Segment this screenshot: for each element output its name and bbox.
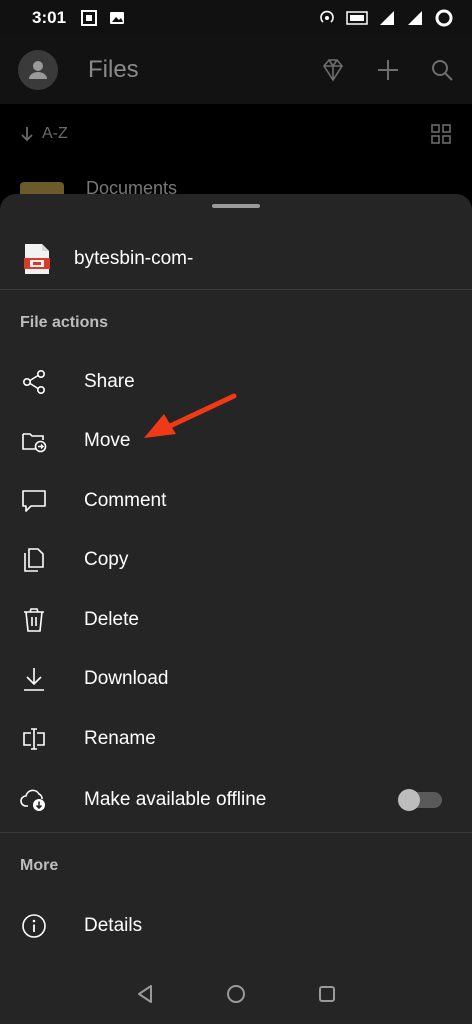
recents-icon[interactable] [317, 984, 337, 1004]
offline-cloud-icon [20, 786, 48, 814]
share-icon [20, 368, 48, 396]
toggle-knob [398, 789, 420, 811]
drag-handle[interactable] [212, 204, 260, 208]
menu-item-details[interactable]: Details [0, 897, 472, 955]
divider [0, 289, 472, 290]
hotspot-icon [320, 10, 334, 23]
menu-item-download[interactable]: Download [0, 650, 472, 708]
download-icon [20, 665, 48, 693]
red-arrow-annotation [144, 393, 237, 438]
menu-item-delete[interactable]: Delete [0, 591, 472, 649]
menu-item-rename[interactable]: Rename [0, 710, 472, 768]
move-folder-icon [20, 427, 48, 455]
menu-item-label: Move [84, 430, 131, 451]
menu-item-comment[interactable]: Comment [0, 472, 472, 530]
status-bar: 3:01 [0, 0, 472, 36]
back-icon[interactable] [135, 983, 155, 1005]
menu-item-label: Share [84, 371, 135, 392]
signal-4g-icon [408, 11, 422, 25]
file-header: bytesbin-com- [0, 230, 472, 288]
menu-item-label: Rename [84, 728, 156, 749]
app-bar: Files [0, 36, 472, 104]
sort-bar: A-Z [0, 104, 472, 164]
pdf-file-icon [24, 244, 50, 274]
menu-item-offline[interactable]: Make available offline [0, 771, 472, 829]
app-title: Files [88, 56, 139, 83]
menu-item-copy[interactable]: Copy [0, 531, 472, 589]
premium-diamond-icon[interactable] [320, 57, 346, 83]
file-actions-sheet: bytesbin-com- File actions Share Move Co… [0, 194, 472, 1024]
comment-icon [20, 487, 48, 515]
sort-arrow-icon[interactable] [20, 126, 34, 142]
section-title-file-actions: File actions [20, 314, 109, 331]
battery-icon [435, 9, 453, 27]
menu-item-label: Comment [84, 490, 167, 511]
divider [0, 832, 472, 833]
sort-label[interactable]: A-Z [42, 125, 68, 143]
copy-icon [20, 546, 48, 574]
menu-item-label: Delete [84, 609, 139, 630]
rename-icon [20, 725, 48, 753]
signal-icon [380, 11, 394, 25]
search-icon[interactable] [430, 58, 454, 82]
home-icon[interactable] [225, 983, 247, 1005]
trash-icon [20, 606, 48, 634]
avatar-icon [29, 61, 47, 79]
menu-item-label: Copy [84, 549, 129, 570]
file-name: bytesbin-com- [74, 248, 194, 269]
info-icon [20, 912, 48, 940]
menu-item-label: Details [84, 915, 143, 936]
menu-item-label: Make available offline [84, 789, 267, 810]
section-title-more: More [20, 857, 59, 874]
grid-view-icon[interactable] [430, 123, 452, 145]
volte-icon [346, 11, 368, 25]
avatar[interactable] [18, 50, 58, 90]
menu-item-label: Download [84, 668, 169, 689]
status-time: 3:01 [32, 8, 67, 27]
add-icon[interactable] [376, 58, 400, 82]
navigation-bar [0, 964, 472, 1024]
gallery-icon [110, 12, 125, 24]
screenshot-icon [81, 10, 98, 26]
offline-toggle[interactable] [398, 789, 442, 811]
